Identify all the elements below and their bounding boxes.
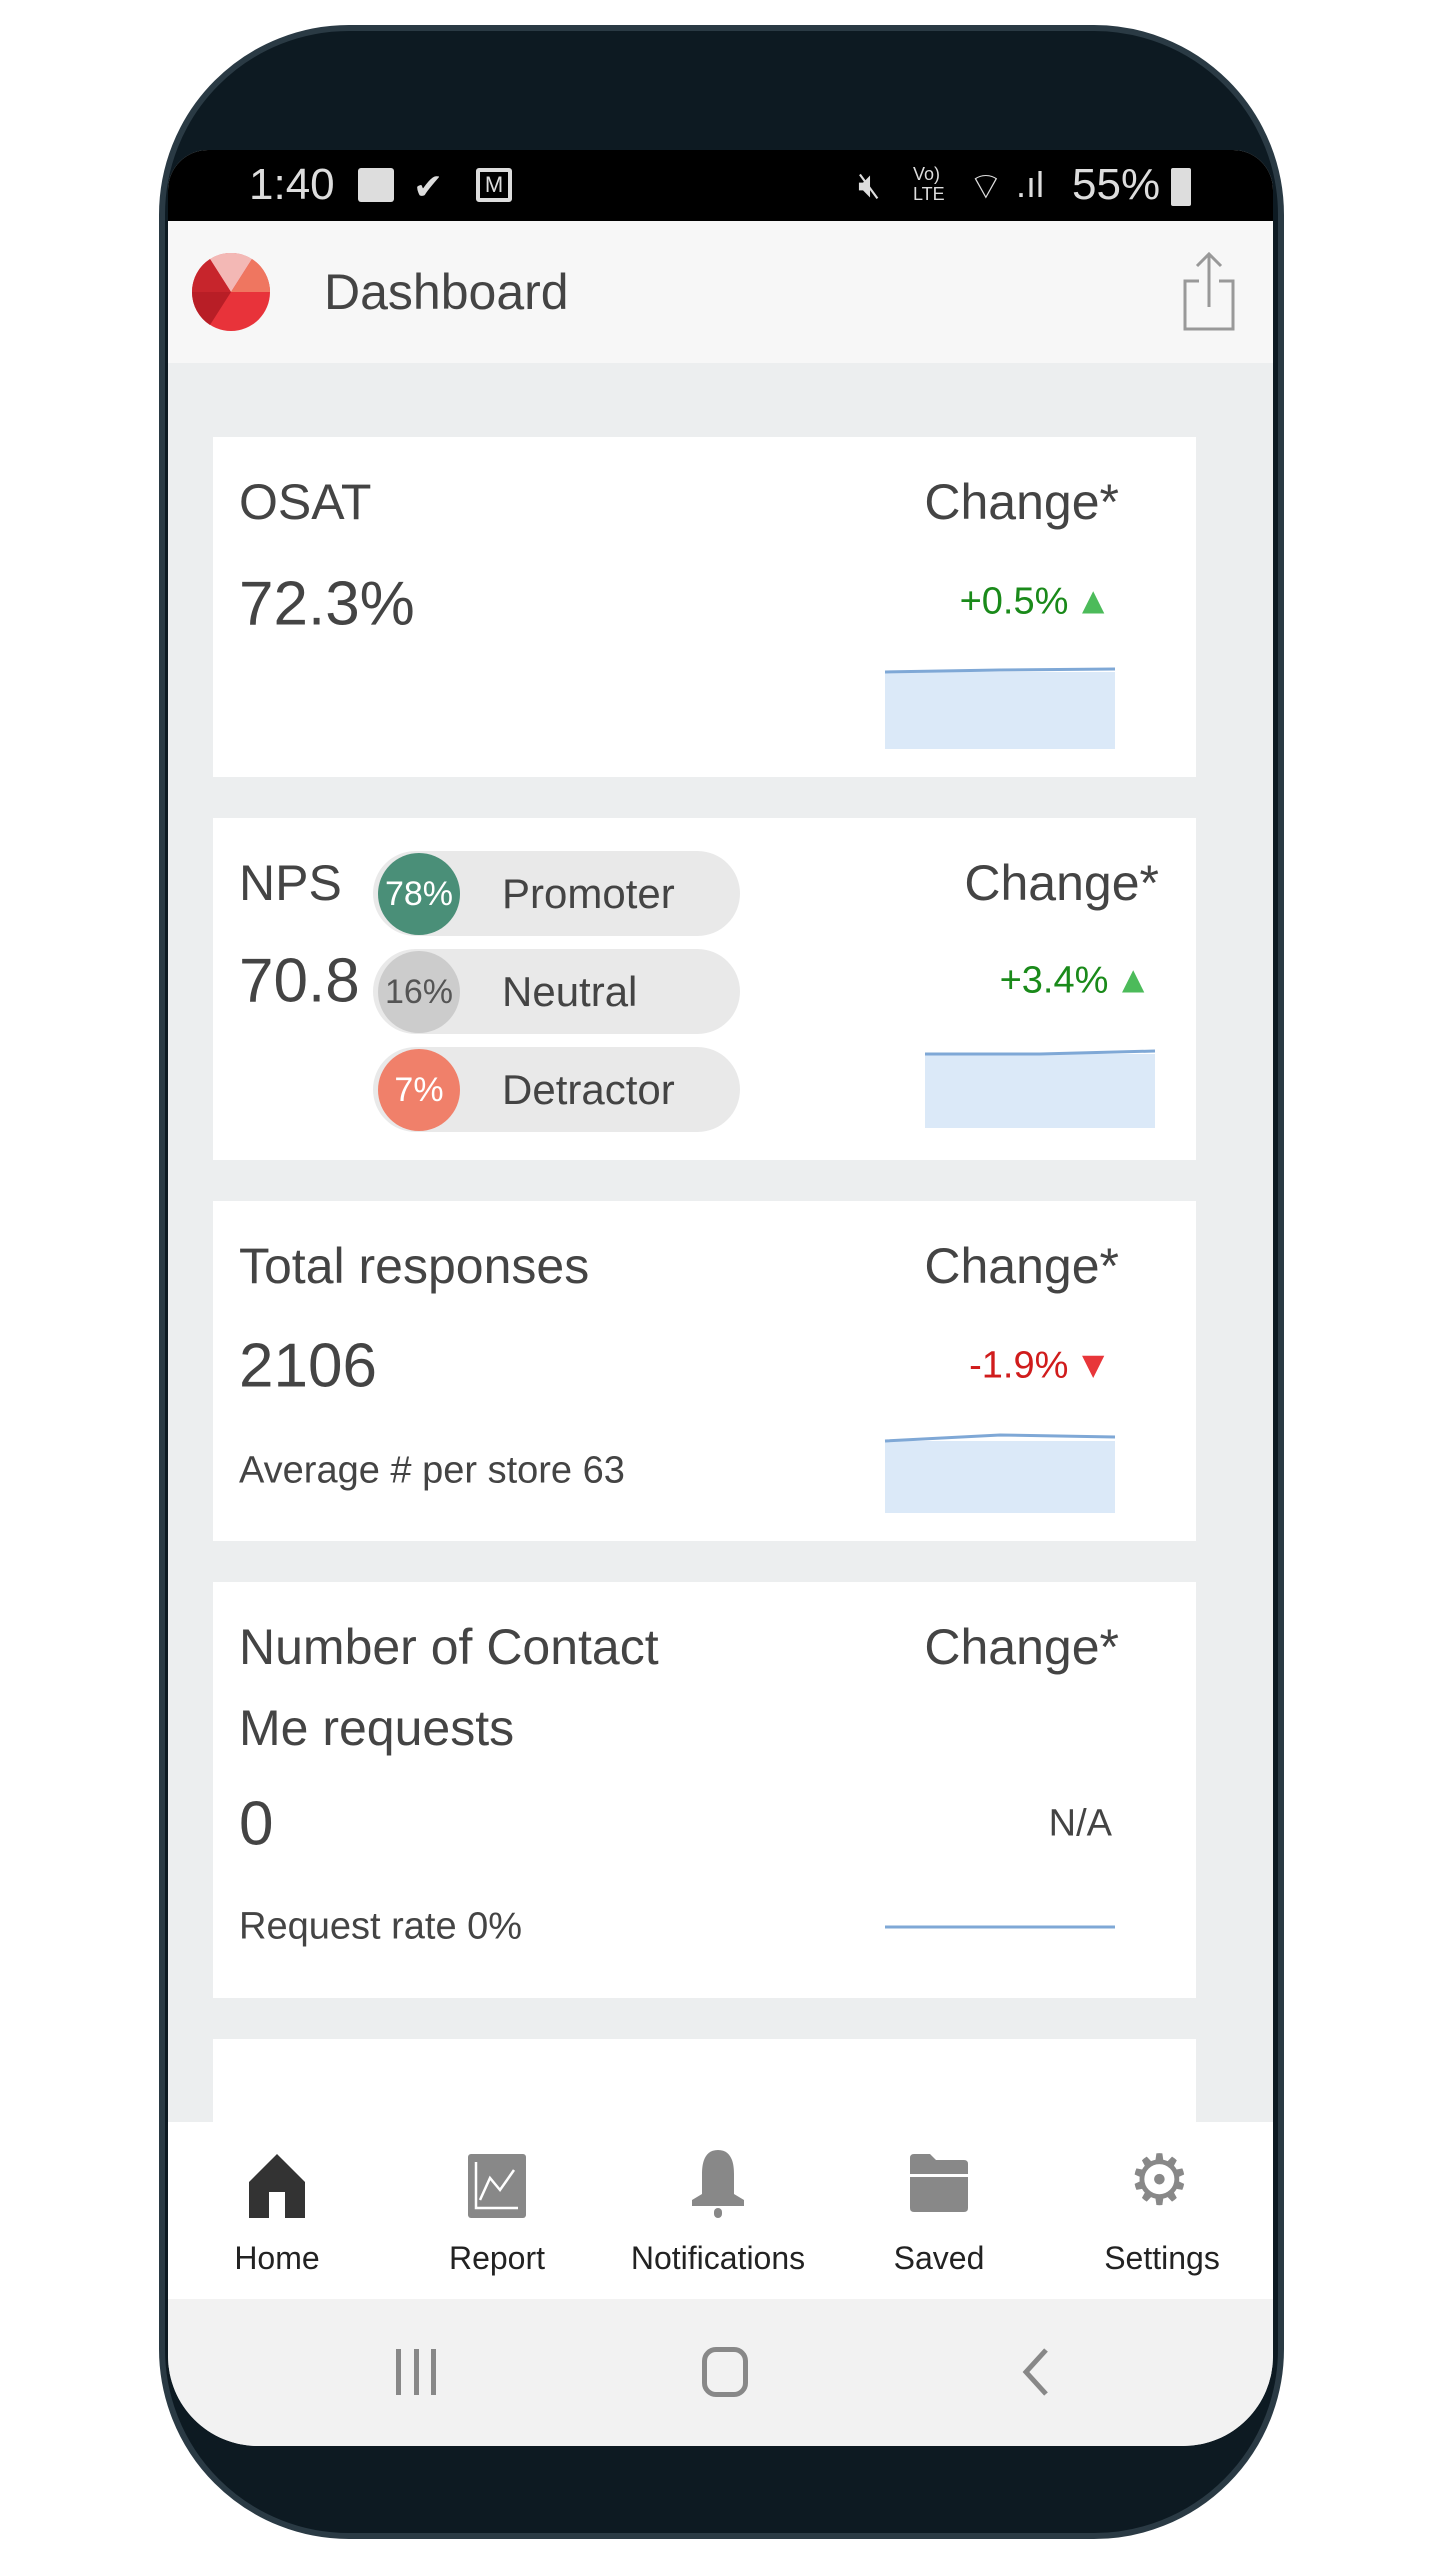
pill-label: Detractor bbox=[502, 1065, 675, 1113]
contact-card[interactable]: Number of Contact Me requests 0 Request … bbox=[213, 1582, 1196, 1998]
card-value: 72.3% bbox=[239, 569, 415, 639]
arrow-up-icon: ▲ bbox=[1074, 580, 1112, 623]
bottom-nav: Home Report Notifications Saved ⚙ Settin… bbox=[168, 2122, 1273, 2299]
arrow-down-icon: ▼ bbox=[1074, 1344, 1112, 1387]
image-icon bbox=[358, 168, 394, 202]
delta-value: -1.9% bbox=[969, 1344, 1069, 1387]
sparkline bbox=[925, 1049, 1156, 1128]
back-icon[interactable] bbox=[1020, 2347, 1050, 2397]
gmail-icon: M bbox=[476, 168, 512, 202]
mute-icon: 🔇︎ bbox=[858, 164, 881, 205]
sparkline bbox=[884, 1433, 1116, 1513]
card-value: 70.8 bbox=[239, 946, 360, 1016]
card-title: OSAT bbox=[239, 474, 372, 530]
wifi-icon: ⌔ bbox=[968, 166, 1004, 208]
promoter-pill: 78% Promoter bbox=[373, 851, 740, 936]
screen: 1:40 ✔ M 🔇︎ Vo) LTE ⌔ .ıl 55% Dashboard O… bbox=[168, 150, 1273, 2446]
pill-label: Promoter bbox=[502, 869, 675, 917]
home-icon bbox=[249, 2154, 305, 2218]
change-delta: N/A bbox=[1048, 1802, 1112, 1845]
card-title-line2: Me requests bbox=[239, 1700, 515, 1756]
change-label: Change* bbox=[924, 474, 1119, 530]
report-icon bbox=[468, 2154, 526, 2218]
nps-card[interactable]: NPS 70.8 78% Promoter 16% Neutral 7% Detrac… bbox=[213, 818, 1196, 1160]
nav-settings[interactable]: ⚙ Settings bbox=[1062, 2122, 1262, 2299]
nav-report[interactable]: Report bbox=[397, 2122, 597, 2299]
change-delta: +0.5% ▲ bbox=[960, 581, 1112, 624]
responses-card[interactable]: Total responses 2106 Average # per store… bbox=[213, 1201, 1196, 1541]
delta-value: +0.5% bbox=[959, 580, 1069, 623]
change-delta: -1.9% ▼ bbox=[969, 1345, 1112, 1388]
nav-home[interactable]: Home bbox=[177, 2122, 377, 2299]
change-label: Change* bbox=[964, 855, 1159, 911]
change-delta: +3.4% ▲ bbox=[1000, 960, 1152, 1003]
status-time: 1:40 bbox=[249, 160, 335, 209]
neutral-pct: 16% bbox=[378, 951, 460, 1033]
card-subtext: Average # per store 63 bbox=[239, 1449, 625, 1492]
neutral-pill: 16% Neutral bbox=[373, 949, 740, 1034]
detractor-pct: 7% bbox=[378, 1049, 460, 1131]
sparkline bbox=[885, 1925, 1115, 1929]
page-title: Dashboard bbox=[324, 264, 569, 320]
card-value: 2106 bbox=[239, 1331, 377, 1401]
battery-percent: 55% bbox=[1072, 160, 1161, 209]
battery-icon bbox=[1171, 168, 1191, 206]
status-bar: 1:40 ✔ M 🔇︎ Vo) LTE ⌔ .ıl 55% bbox=[168, 150, 1273, 221]
app-logo bbox=[192, 253, 270, 331]
promoter-pct: 78% bbox=[378, 853, 460, 935]
nav-label: Home bbox=[234, 2240, 320, 2276]
signal-icon: .ıl bbox=[1016, 164, 1045, 205]
recent-apps-icon[interactable] bbox=[396, 2349, 436, 2395]
card-title: Total responses bbox=[239, 1238, 590, 1294]
nav-notifications[interactable]: Notifications bbox=[618, 2122, 818, 2299]
change-label: Change* bbox=[924, 1238, 1119, 1294]
pill-label: Neutral bbox=[502, 967, 638, 1015]
folder-icon bbox=[910, 2154, 968, 2212]
nav-label: Saved bbox=[893, 2240, 985, 2276]
card-subtext: Request rate 0% bbox=[239, 1905, 523, 1948]
sparkline bbox=[884, 667, 1116, 749]
share-icon[interactable] bbox=[1182, 251, 1236, 333]
card-value: 0 bbox=[239, 1789, 274, 1859]
nav-label: Notifications bbox=[630, 2240, 806, 2276]
check-icon: ✔ bbox=[413, 166, 444, 207]
detractor-pill: 7% Detractor bbox=[373, 1047, 740, 1132]
home-circle-icon[interactable] bbox=[702, 2347, 748, 2397]
bell-icon bbox=[692, 2150, 744, 2218]
nav-label: Report bbox=[448, 2240, 546, 2276]
card-title: NPS bbox=[239, 855, 342, 911]
change-label: Change* bbox=[924, 1619, 1119, 1675]
osat-card[interactable]: OSAT 72.3% Change* +0.5% ▲ bbox=[213, 437, 1196, 777]
card-title-line1: Number of Contact bbox=[239, 1619, 659, 1675]
nav-saved[interactable]: Saved bbox=[839, 2122, 1039, 2299]
app-header: Dashboard bbox=[168, 221, 1273, 363]
delta-value: +3.4% bbox=[999, 959, 1109, 1002]
volte-icon: Vo) LTE bbox=[913, 164, 945, 204]
arrow-up-icon: ▲ bbox=[1114, 959, 1152, 1002]
nav-label: Settings bbox=[1104, 2240, 1220, 2276]
gear-icon: ⚙ bbox=[1128, 2141, 1191, 2219]
system-nav-bar bbox=[168, 2299, 1273, 2446]
